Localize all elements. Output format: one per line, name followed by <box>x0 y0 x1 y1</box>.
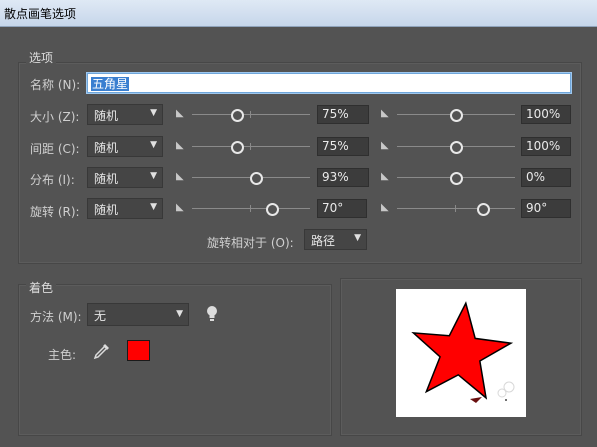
pin-icon[interactable]: ◣ <box>381 108 393 120</box>
pin-icon[interactable]: ◣ <box>176 140 188 152</box>
rotation-relative-value: 路径 <box>311 234 336 248</box>
size-mode-value: 随机 <box>94 109 119 123</box>
rotation-mode-value: 随机 <box>94 203 119 217</box>
method-value: 无 <box>94 309 107 323</box>
chevron-down-icon: ▼ <box>150 108 157 118</box>
pin-icon[interactable]: ◣ <box>176 108 188 120</box>
options-group-title: 选项 <box>26 49 57 66</box>
lightbulb-icon[interactable] <box>205 305 219 323</box>
preview-star-image <box>411 301 515 403</box>
pin-icon[interactable]: ◣ <box>381 140 393 152</box>
scatter-mode-select[interactable]: 随机 ▼ <box>87 167 163 188</box>
size-mode-select[interactable]: 随机 ▼ <box>87 104 163 125</box>
chevron-down-icon: ▼ <box>150 171 157 181</box>
rotation-relative-select[interactable]: 路径 ▼ <box>304 229 367 250</box>
spacing-label: 间距 (C): <box>30 142 80 156</box>
key-color-swatch[interactable] <box>127 340 150 361</box>
chevron-down-icon: ▼ <box>176 309 183 319</box>
rotation-mode-select[interactable]: 随机 ▼ <box>87 198 163 219</box>
spacing-mode-select[interactable]: 随机 ▼ <box>87 136 163 157</box>
size-label: 大小 (Z): <box>30 110 80 124</box>
spacing-max-slider-handle[interactable] <box>450 141 463 154</box>
preview-canvas <box>396 289 526 417</box>
size-max-slider-handle[interactable] <box>450 109 463 122</box>
scatter-min-value[interactable]: 93% <box>317 168 369 187</box>
method-select[interactable]: 无 ▼ <box>87 303 189 326</box>
spacing-min-tick <box>250 143 251 150</box>
rotation-max-value[interactable]: 90° <box>521 199 571 218</box>
name-input[interactable]: 五角星 <box>87 73 571 93</box>
spacing-mode-value: 随机 <box>94 141 119 155</box>
pin-icon[interactable]: ◣ <box>176 171 188 183</box>
pin-icon[interactable]: ◣ <box>381 171 393 183</box>
method-label: 方法 (M): <box>30 310 82 324</box>
size-min-tick <box>250 111 251 118</box>
pin-icon[interactable]: ◣ <box>176 202 188 214</box>
rotation-min-slider-handle[interactable] <box>266 203 279 216</box>
rotation-max-slider-handle[interactable] <box>477 203 490 216</box>
rotation-label: 旋转 (R): <box>30 205 80 219</box>
scatter-label: 分布 (I): <box>30 173 75 187</box>
rotation-max-tick <box>455 205 456 212</box>
rotation-max-track[interactable] <box>397 208 515 209</box>
size-min-track[interactable] <box>192 114 310 115</box>
scatter-min-slider-handle[interactable] <box>250 172 263 185</box>
spacing-min-slider-handle[interactable] <box>231 141 244 154</box>
window-title: 散点画笔选项 <box>4 7 77 21</box>
spacing-min-value[interactable]: 75% <box>317 137 369 156</box>
rotation-min-value[interactable]: 70° <box>317 199 367 218</box>
size-min-value[interactable]: 75% <box>317 105 369 124</box>
title-bar: 散点画笔选项 <box>0 0 597 27</box>
colorization-group-title: 着色 <box>26 279 57 296</box>
pin-icon[interactable]: ◣ <box>381 202 393 214</box>
spacing-max-value[interactable]: 100% <box>521 137 571 156</box>
scatter-max-value[interactable]: 0% <box>521 168 571 187</box>
name-label: 名称 (N): <box>30 78 81 92</box>
scatter-mode-value: 随机 <box>94 172 119 186</box>
rotation-min-track[interactable] <box>192 208 310 209</box>
scatter-max-slider-handle[interactable] <box>450 172 463 185</box>
rotation-min-tick <box>250 205 251 212</box>
name-input-value: 五角星 <box>91 77 130 91</box>
chevron-down-icon: ▼ <box>150 140 157 150</box>
chevron-down-icon: ▼ <box>354 233 361 243</box>
size-max-value[interactable]: 100% <box>521 105 571 124</box>
size-min-slider-handle[interactable] <box>231 109 244 122</box>
rotation-relative-label: 旋转相对于 (O): <box>207 236 294 250</box>
spacing-min-track[interactable] <box>192 146 310 147</box>
chevron-down-icon: ▼ <box>150 202 157 212</box>
eyedropper-icon[interactable] <box>93 342 111 360</box>
key-color-label: 主色: <box>48 348 77 362</box>
